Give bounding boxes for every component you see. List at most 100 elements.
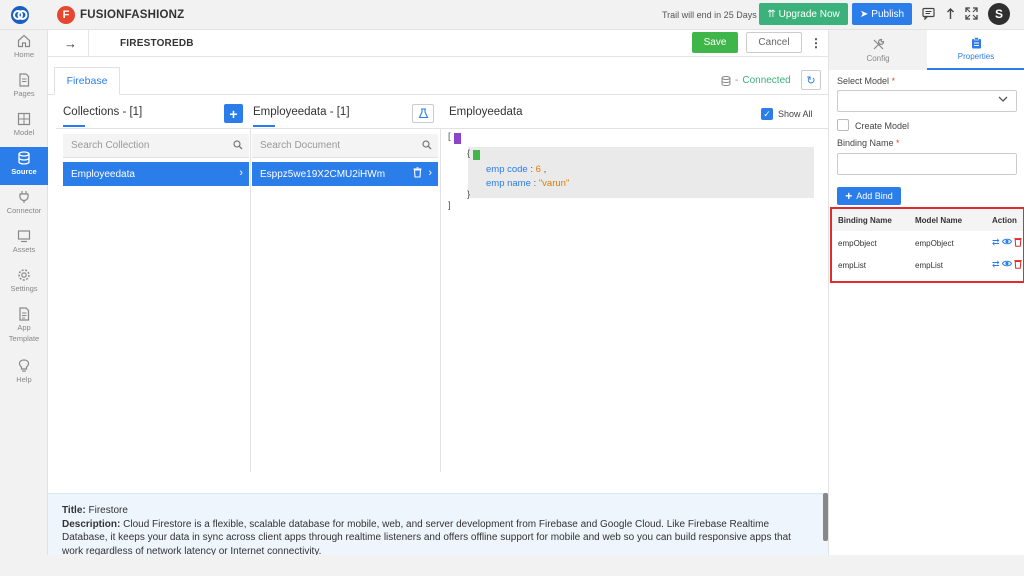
search-icon: [422, 140, 432, 153]
tab-firebase[interactable]: Firebase: [54, 67, 120, 95]
json-close-bracket: ]: [448, 200, 451, 211]
save-button[interactable]: Save: [692, 32, 738, 53]
swap-icon[interactable]: ⇄: [992, 237, 1000, 249]
pages-icon: [19, 73, 30, 87]
sidebar-item-pages[interactable]: Pages: [0, 73, 48, 111]
search-document-input[interactable]: Search Document: [252, 134, 438, 158]
row-binding-name: empObject: [838, 239, 877, 248]
plus-icon: +: [229, 105, 238, 122]
tab-properties[interactable]: Properties: [927, 30, 1024, 70]
add-bind-label: Add Bind: [856, 191, 893, 201]
swap-icon[interactable]: ⇄: [992, 259, 1000, 271]
show-all-label: Show All: [778, 109, 813, 119]
binding-name-text: Binding Name: [837, 138, 894, 148]
tab-config[interactable]: Config: [829, 30, 927, 70]
json-field-emp-code: emp code : 6 ,: [486, 164, 546, 175]
tab-properties-label: Properties: [957, 52, 995, 61]
connected-dash: -: [735, 75, 739, 86]
template-icon: [19, 307, 30, 321]
refresh-button[interactable]: ↻: [801, 70, 821, 90]
home-icon: [17, 34, 31, 48]
create-model-checkbox[interactable]: [837, 119, 849, 131]
upgrade-icon: ⇈: [767, 8, 776, 20]
search-collection-input[interactable]: Search Collection: [63, 134, 249, 158]
trial-notice: Trail will end in 25 Days: [662, 10, 757, 20]
sidebar-label-model: Model: [13, 128, 35, 137]
tabs-row: Firebase - Connected ↻: [48, 67, 828, 95]
trash-icon[interactable]: [1013, 237, 1022, 249]
sidebar-item-source[interactable]: Source: [0, 147, 48, 185]
connected-label: Connected: [742, 75, 791, 86]
trash-icon[interactable]: [413, 167, 422, 181]
json-key: emp name: [486, 178, 531, 189]
tab-config-label: Config: [866, 53, 890, 63]
brand-name: FUSIONFASHIONZ: [80, 9, 185, 21]
model-icon: [17, 112, 31, 126]
add-collection-button[interactable]: +: [224, 104, 243, 123]
search-document-placeholder: Search Document: [260, 140, 341, 151]
chevron-down-icon: [998, 95, 1008, 106]
refresh-icon: ↻: [806, 74, 816, 87]
sidebar-item-home[interactable]: Home: [0, 34, 48, 72]
eye-icon[interactable]: [1001, 237, 1012, 249]
sidebar-item-settings[interactable]: Settings: [0, 268, 48, 306]
user-avatar[interactable]: S: [988, 3, 1010, 25]
chevron-right-icon: ›: [428, 167, 432, 179]
sidebar-item-model[interactable]: Model: [0, 112, 48, 150]
upgrade-button[interactable]: ⇈ Upgrade Now: [759, 3, 848, 25]
select-model-dropdown[interactable]: [837, 90, 1017, 112]
fullscreen-icon[interactable]: [964, 7, 978, 21]
title-label: Title:: [62, 505, 86, 516]
binding-name-input[interactable]: [837, 153, 1017, 175]
panel-divider-2: [440, 128, 441, 472]
back-arrow-icon[interactable]: →: [64, 36, 77, 51]
share-icon[interactable]: [943, 7, 957, 21]
description-text: Cloud Firestore is a flexible, scalable …: [62, 518, 791, 557]
comment-icon[interactable]: [921, 7, 935, 21]
show-all-checkbox[interactable]: ✓: [761, 108, 773, 120]
right-panel: Config Properties Select Model * Create …: [828, 30, 1024, 576]
connection-status: - Connected: [721, 75, 791, 86]
add-bind-button[interactable]: + Add Bind: [837, 187, 901, 205]
sidebar-label-home: Home: [13, 50, 34, 59]
collection-item[interactable]: Employeedata ›: [63, 162, 249, 186]
columns-divider: [56, 128, 830, 129]
header-binding-name: Binding Name: [838, 216, 892, 225]
more-options-icon[interactable]: ⋮: [810, 36, 822, 50]
sidebar-label-template: Template: [8, 334, 40, 343]
bindings-table-header: Binding Name Model Name Action: [832, 209, 1023, 231]
row-actions: ⇄: [992, 237, 1022, 249]
row-model-name: empObject: [915, 239, 954, 248]
required-mark: *: [891, 76, 896, 86]
panel-divider-1: [250, 128, 251, 472]
json-open-brace: {: [467, 148, 471, 159]
sidebar-label-assets: Assets: [12, 245, 36, 254]
select-model-text: Select Model: [837, 76, 890, 86]
sidebar-item-assets[interactable]: Assets: [0, 229, 48, 267]
publish-label: Publish: [871, 8, 905, 20]
header-action: Action: [992, 216, 1017, 225]
cancel-button[interactable]: Cancel: [746, 32, 802, 53]
trash-icon[interactable]: [1013, 259, 1022, 271]
document-item[interactable]: Esppz5we19X2CMU2iHWm ›: [252, 162, 438, 186]
send-icon: ➤: [859, 8, 869, 20]
app-logo-icon[interactable]: [10, 5, 30, 25]
collection-item-label: Employeedata: [71, 168, 135, 180]
collections-underline: [63, 125, 85, 127]
eye-icon[interactable]: [1001, 259, 1012, 271]
json-key: emp code: [486, 164, 528, 175]
query-button[interactable]: [412, 104, 434, 123]
gear-icon: [18, 269, 30, 281]
documents-underline: [253, 125, 275, 127]
search-icon: [233, 140, 243, 153]
sidebar-item-app-template[interactable]: App Template: [0, 307, 48, 345]
flask-icon: [418, 108, 428, 119]
show-all-toggle[interactable]: ✓ Show All: [761, 108, 813, 120]
tools-icon: [873, 38, 884, 49]
publish-button[interactable]: ➤ Publish: [852, 3, 912, 25]
divider: [88, 30, 89, 57]
sidebar-item-connector[interactable]: Connector: [0, 190, 48, 228]
page-title: FIRESTOREDB: [120, 38, 194, 49]
sidebar-item-help[interactable]: Help: [0, 359, 48, 397]
json-sep: :: [527, 164, 536, 175]
